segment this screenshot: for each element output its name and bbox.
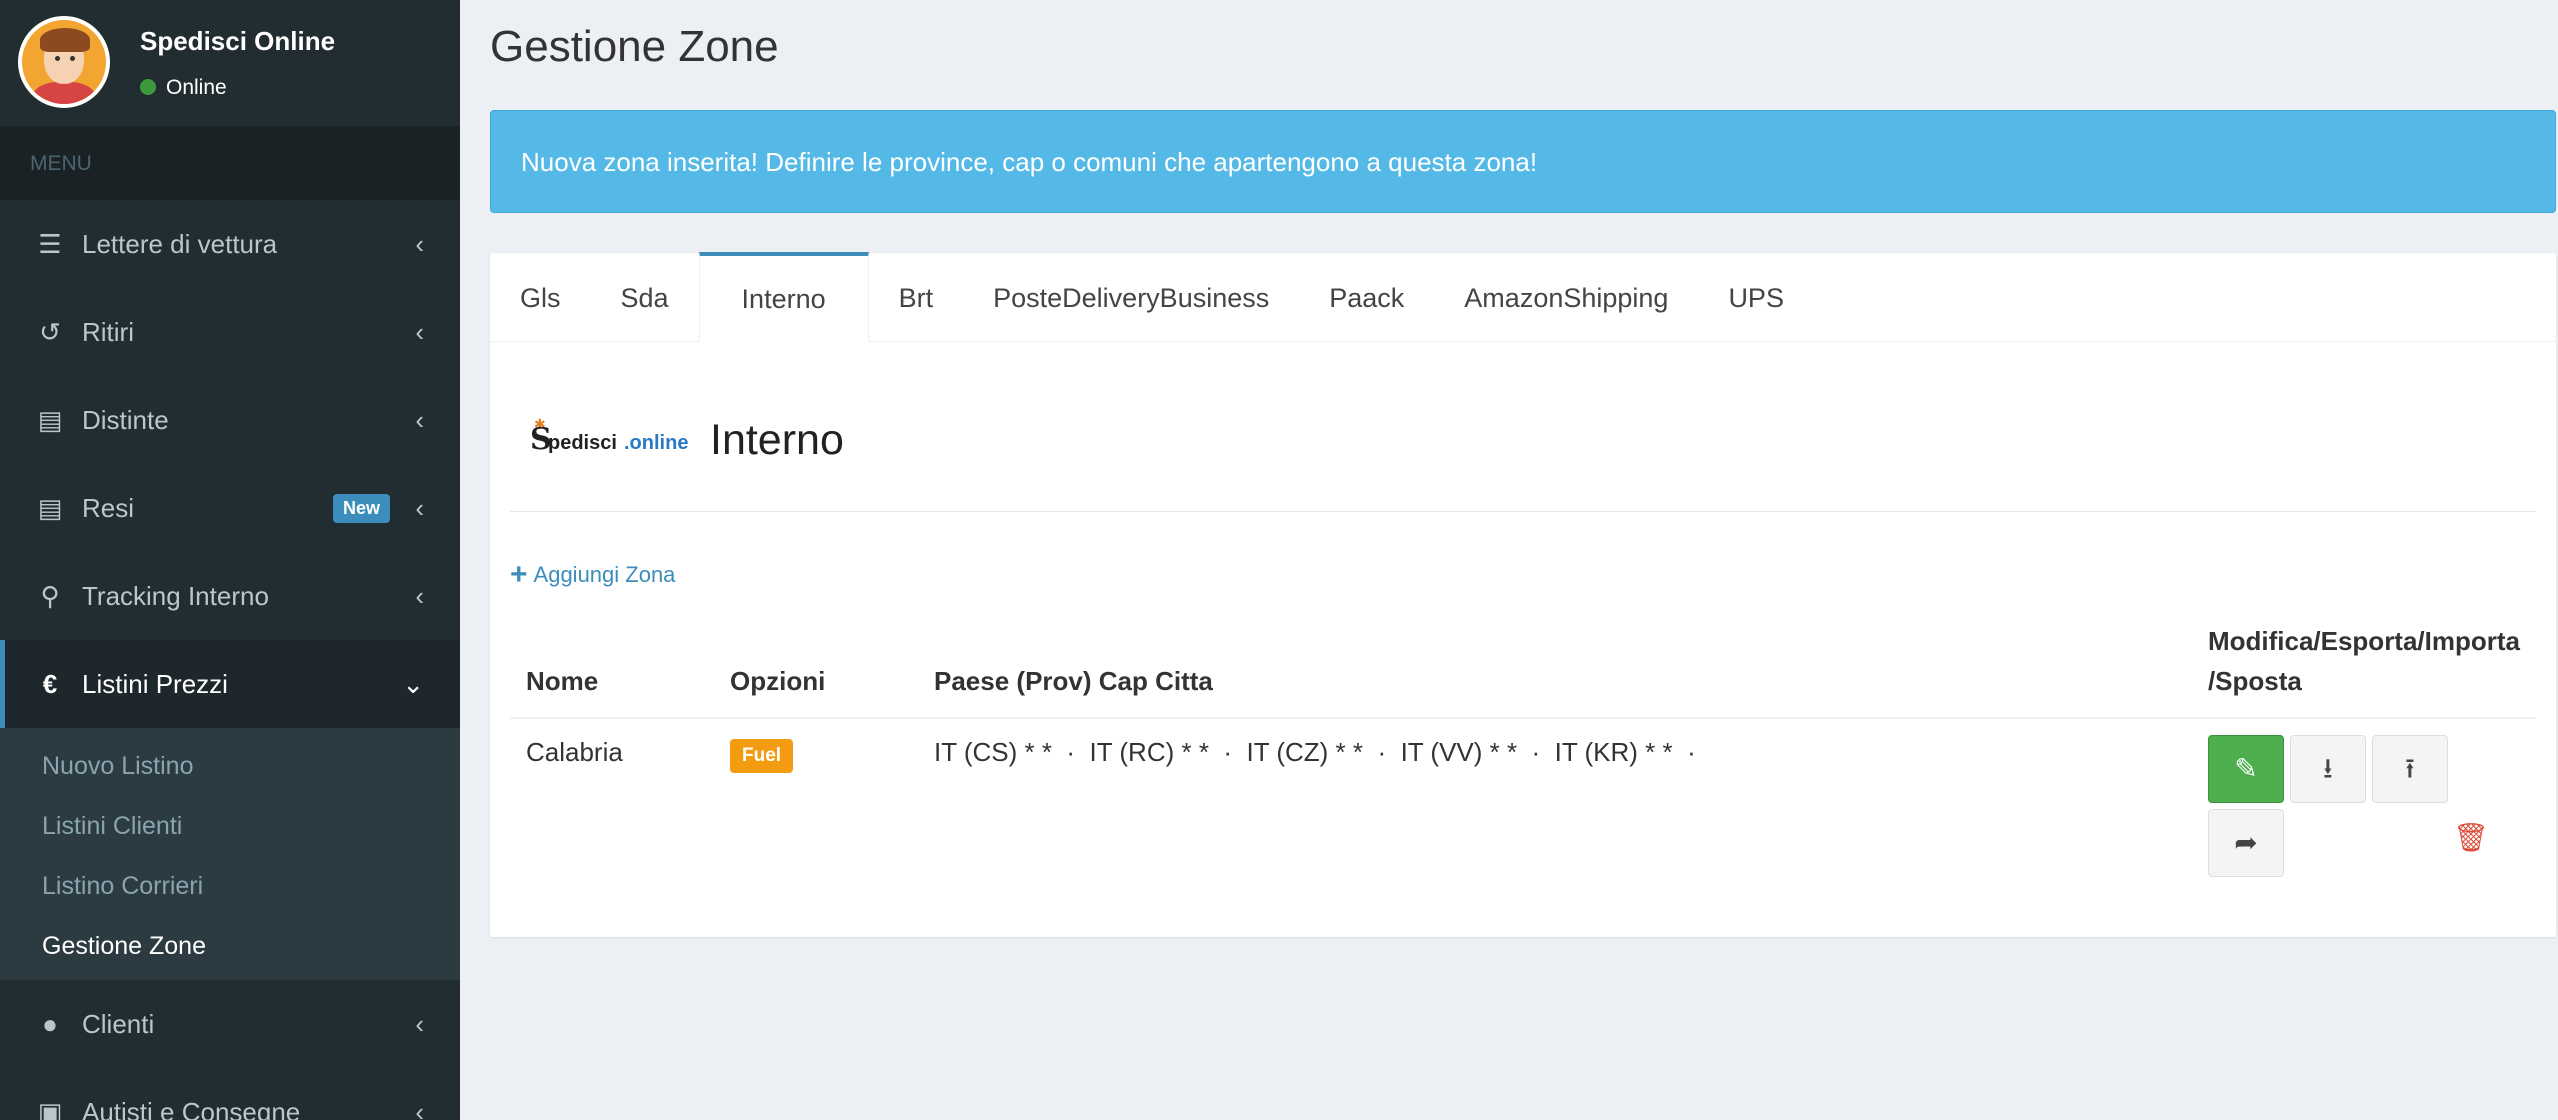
zone-name: Calabria [526,737,623,767]
share-icon: ➦ [2234,827,2258,858]
carrier-tabs: Gls Sda Interno Brt PosteDeliveryBusines… [490,252,2556,342]
sidebar-item-resi[interactable]: ▤ Resi New ‹ [0,464,460,552]
sidebar-item-label: Tracking Interno [82,580,269,611]
carrier-title: Interno [710,415,844,464]
move-button[interactable]: ➦ [2207,809,2284,877]
list-indent-icon: ☰ [38,228,62,259]
euro-icon: € [42,668,58,699]
list-alt-icon: ▤ [37,404,63,435]
zone-actions: ✎ ⭳ ⭱ ➦ 🗑 [2192,718,2536,901]
chevron-left-icon: ‹ [415,492,424,523]
sidebar-item-clienti[interactable]: ● Clienti ‹ [0,980,460,1068]
submenu-item-listino-corrieri[interactable]: Listino Corrieri [0,856,460,916]
sidebar-item-ritiri[interactable]: ↺ Ritiri ‹ [0,288,460,376]
sidebar-item-distinte[interactable]: ▤ Distinte ‹ [0,376,460,464]
tab-paack[interactable]: Paack [1299,252,1434,341]
column-header-azioni: Modifica/Esporta/Importa /Sposta [2191,605,2536,719]
tab-postedeliverybusiness[interactable]: PosteDeliveryBusiness [963,252,1299,341]
tab-amazonshipping[interactable]: AmazonShipping [1434,252,1698,341]
submenu-item-listini-clienti[interactable]: Listini Clienti [0,796,460,856]
menu-header: MENU [0,126,460,200]
sidebar-item-label: Ritiri [82,316,134,347]
action-buttons: ✎ ⭳ ⭱ ➦ 🗑 [2207,735,2508,885]
submenu-item-gestione-zone[interactable]: Gestione Zone [0,916,460,976]
export-button[interactable]: ⭳ [2289,735,2366,803]
user-panel: Spedisci Online Online [0,0,460,126]
tab-brt[interactable]: Brt [869,252,964,341]
add-zone-link[interactable]: + Aggiungi Zona [510,558,675,592]
table-header-row: Nome Opzioni Paese (Prov) Cap Citta Modi… [510,605,2536,719]
sidebar-item-listini-prezzi[interactable]: € Listini Prezzi ⌄ [0,640,460,728]
column-header-paese: Paese (Prov) Cap Citta [918,605,2192,719]
submenu-listini-prezzi: Nuovo Listino Listini Clienti Listino Co… [0,728,460,980]
undo-icon: ↺ [39,316,61,347]
tab-ups[interactable]: UPS [1698,252,1814,341]
sidebar-item-lettere-di-vettura[interactable]: ☰ Lettere di vettura ‹ [0,200,460,288]
tab-sda[interactable]: Sda [591,252,699,341]
table-row: Calabria Fuel IT (CS) * * · IT (RC) * * … [510,718,2536,901]
submenu-item-nuovo-listino[interactable]: Nuovo Listino [0,736,460,796]
chevron-left-icon: ‹ [415,316,424,347]
user-icon: ● [42,1008,58,1039]
column-header-nome: Nome [510,605,714,719]
zones-table: Nome Opzioni Paese (Prov) Cap Citta Modi… [510,605,2536,901]
sidebar-item-autisti-e-consegne[interactable]: ▣ Autisti e Consegne ‹ [0,1068,460,1120]
sidebar-item-label: Resi [82,492,135,523]
zone-areas: IT (CS) * * · IT (RC) * * · IT (CZ) * * … [934,737,1696,767]
tab-gls[interactable]: Gls [490,252,591,341]
info-alert: Nuova zona inserita! Definire le provinc… [490,110,2556,213]
fuel-badge: Fuel [730,739,794,773]
download-icon: ⭳ [2323,753,2333,784]
import-button[interactable]: ⭱ [2371,735,2448,803]
sidebar-item-label: Lettere di vettura [82,228,278,259]
online-status-icon [140,79,156,95]
user-name: Spedisci Online [140,26,336,56]
spedisci-online-logo: ✱ S pedisci .online [530,416,689,457]
new-badge: New [332,493,390,523]
zones-box: Gls Sda Interno Brt PosteDeliveryBusines… [490,252,2556,937]
sidebar-item-label: Clienti [82,1008,155,1039]
pencil-icon: ✎ [2234,753,2258,784]
chevron-left-icon: ‹ [415,228,424,259]
map-marker-icon: ⚲ [40,580,60,611]
zone-options: Fuel [714,718,918,901]
chevron-left-icon: ‹ [415,580,424,611]
plus-icon: + [510,558,528,591]
user-avatar[interactable] [18,16,110,108]
carrier-header: ✱ S pedisci .online Interno [530,403,844,477]
chevron-left-icon: ‹ [415,1008,424,1039]
column-header-opzioni: Opzioni [714,605,918,719]
list-alt-icon: ▤ [37,492,63,523]
sidebar-item-label: Autisti e Consegne [82,1096,301,1120]
sidebar-item-label: Distinte [82,404,169,435]
bus-icon: ▣ [37,1096,63,1120]
chevron-left-icon: ‹ [415,1096,424,1120]
sidebar-item-tracking-interno[interactable]: ⚲ Tracking Interno ‹ [0,552,460,640]
page-title: Gestione Zone [490,22,779,71]
tab-interno[interactable]: Interno [698,252,869,342]
add-zone-label: Aggiungi Zona [533,562,676,587]
edit-button[interactable]: ✎ [2207,735,2284,803]
user-status: Online [140,76,227,100]
chevron-left-icon: ‹ [415,404,424,435]
trash-icon[interactable]: 🗑 [2453,821,2489,855]
sidebar: Spedisci Online Online MENU ☰ Lettere di… [0,0,460,1120]
divider [510,511,2536,512]
upload-icon: ⭱ [2405,753,2415,784]
chevron-down-icon: ⌄ [402,668,424,699]
